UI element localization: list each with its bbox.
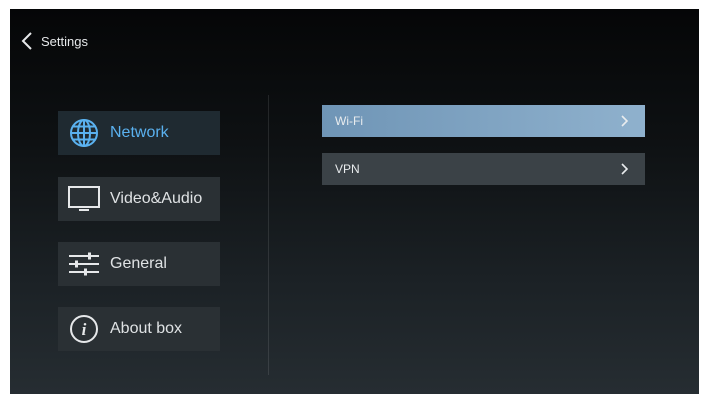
info-icon: i [67,312,101,346]
list-item-label: VPN [335,162,360,176]
chevron-left-icon[interactable] [14,28,40,54]
sliders-icon [67,247,101,281]
page-title: Settings [41,33,88,49]
menu-item-label: Video&Audio [110,190,203,207]
menu-item-general[interactable]: General [58,242,220,286]
list-item-label: Wi-Fi [335,114,363,128]
chevron-right-icon [615,111,635,131]
menu-item-label: General [110,255,167,272]
menu-item-label: Network [110,124,169,141]
svg-text:i: i [82,320,87,339]
chevron-right-icon [615,159,635,179]
monitor-icon [67,182,101,216]
settings-screen: Settings Network Video&Audio General i A… [10,9,699,394]
globe-icon [67,116,101,150]
list-item-vpn[interactable]: VPN [322,153,645,185]
panel-divider [268,95,269,375]
menu-item-video-audio[interactable]: Video&Audio [58,177,220,221]
list-item-wifi[interactable]: Wi-Fi [322,105,645,137]
menu-item-label: About box [110,320,183,337]
menu-item-about-box[interactable]: i About box [58,307,220,351]
menu-item-network[interactable]: Network [58,111,220,155]
header-back-button[interactable]: Settings [10,27,88,55]
